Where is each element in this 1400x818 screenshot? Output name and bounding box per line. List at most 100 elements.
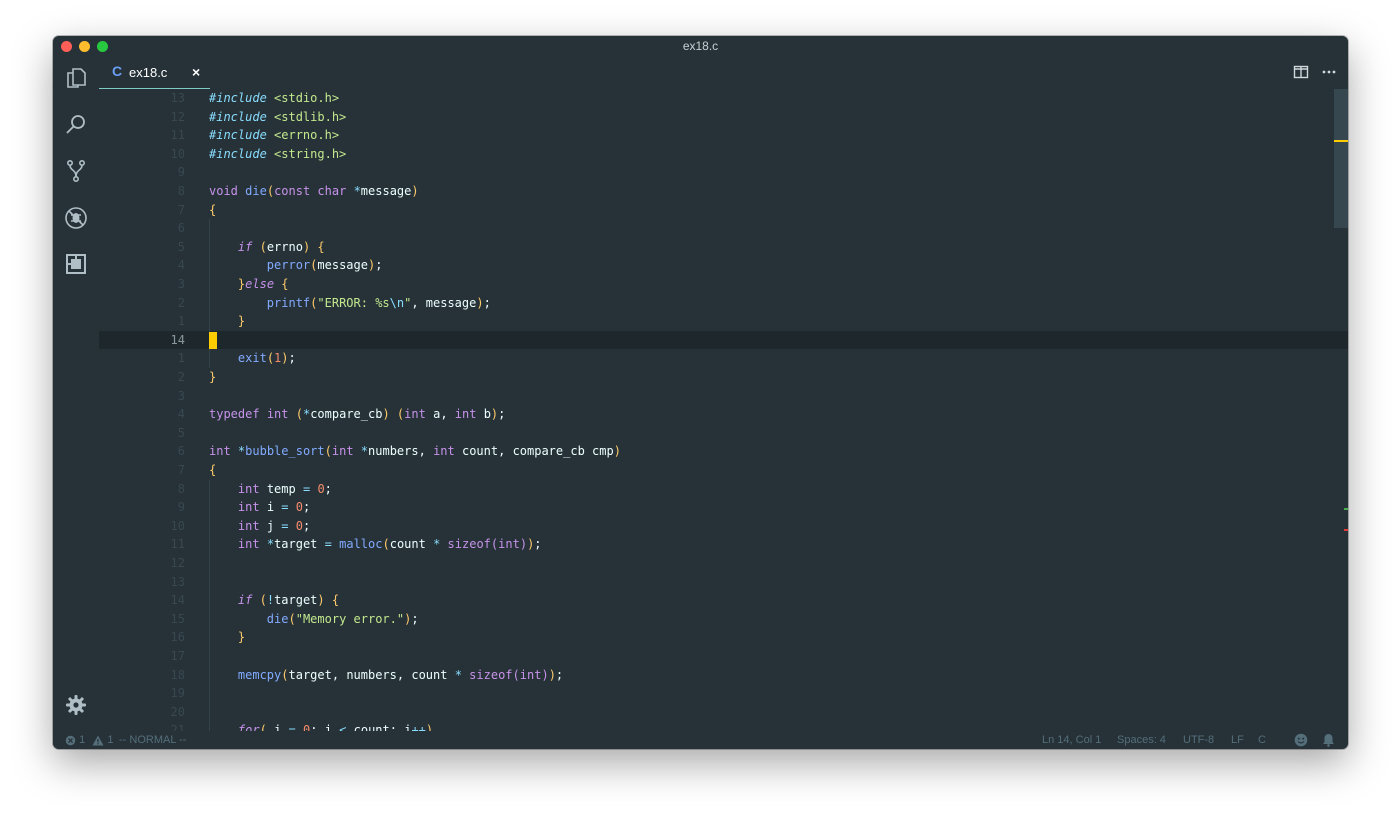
minimize-window-button[interactable]	[79, 41, 90, 52]
code-line[interactable]: 19	[99, 684, 1348, 703]
line-number[interactable]: 5	[99, 238, 185, 257]
line-number[interactable]: 16	[99, 628, 185, 647]
debug-icon[interactable]	[64, 206, 88, 230]
line-number[interactable]: 12	[99, 108, 185, 127]
code-editor[interactable]: 21 for( i = 0; i < count; i++) 20 19 18 mem…	[99, 89, 1348, 731]
line-number[interactable]: 5	[99, 424, 185, 443]
code-line[interactable]: 4 perror(message);	[99, 256, 1348, 275]
code-line[interactable]: 5	[99, 424, 1348, 443]
code-line[interactable]: 4 typedef int (*compare_cb) (int a, int b…	[99, 405, 1348, 424]
encoding[interactable]: UTF-8	[1183, 731, 1214, 749]
problems-indicator[interactable]: 1 1	[65, 731, 113, 749]
tab-close-icon[interactable]: ×	[192, 64, 200, 80]
code-line[interactable]: 6	[99, 219, 1348, 238]
line-number[interactable]: 4	[99, 405, 185, 424]
code-line[interactable]: 15 die("Memory error.");	[99, 609, 1348, 629]
line-number[interactable]: 14	[99, 331, 185, 350]
line-number[interactable]: 3	[99, 275, 185, 294]
line-number[interactable]: 3	[99, 387, 185, 406]
code-line[interactable]: 7{	[99, 461, 1348, 480]
line-number[interactable]: 15	[99, 610, 185, 629]
code-line[interactable]: 8 int temp = 0;	[99, 479, 1348, 499]
line-number[interactable]: 13	[99, 89, 185, 108]
code-line[interactable]: 13 #include <stdio.h>	[99, 89, 1348, 108]
code-line[interactable]: 21 for( i = 0; i < count; i++)	[99, 721, 1348, 731]
line-number[interactable]: 4	[99, 256, 185, 275]
line-number[interactable]: 20	[99, 703, 185, 722]
line-number[interactable]: 2	[99, 368, 185, 387]
line-number[interactable]: 21	[99, 721, 185, 731]
code-text: int *target = malloc(count * sizeof(int)…	[237, 537, 542, 552]
code-line[interactable]: 18 memcpy(target, numbers, count * sizeo…	[99, 665, 1348, 685]
line-number[interactable]: 11	[99, 535, 185, 554]
code-line[interactable]: 5 if (errno) {	[99, 237, 1348, 257]
code-line[interactable]: 9 int i = 0;	[99, 498, 1348, 517]
code-line[interactable]: 1 }	[99, 312, 1348, 331]
code-text: int *bubble_sort(int *numbers, int count…	[209, 444, 621, 459]
code-text: memcpy(target, numbers, count * sizeof(i…	[237, 667, 564, 682]
line-number[interactable]: 8	[99, 182, 185, 201]
line-number[interactable]: 10	[99, 145, 185, 164]
maximize-window-button[interactable]	[97, 41, 108, 52]
line-number[interactable]: 1	[99, 349, 185, 368]
code-line[interactable]: 11 #include <errno.h>	[99, 126, 1348, 145]
code-line[interactable]: 9	[99, 163, 1348, 182]
line-number[interactable]: 9	[99, 498, 185, 517]
line-number[interactable]: 8	[99, 480, 185, 499]
code-line[interactable]: 17	[99, 647, 1348, 666]
line-ending[interactable]: LF	[1231, 731, 1244, 749]
code-line[interactable]: 16 }	[99, 628, 1348, 647]
code-line[interactable]: 3 }else {	[99, 275, 1348, 294]
code-line[interactable]: 3	[99, 387, 1348, 406]
source-control-icon[interactable]	[64, 159, 88, 183]
line-number[interactable]: 10	[99, 517, 185, 536]
code-line[interactable]: 13	[99, 572, 1348, 592]
scrollbar-thumb[interactable]	[1334, 89, 1348, 228]
files-icon[interactable]	[64, 66, 88, 90]
gear-icon[interactable]	[64, 693, 88, 717]
current-code-line[interactable]: 14	[99, 330, 1348, 350]
line-number[interactable]: 7	[99, 201, 185, 220]
notifications-bell-icon[interactable]	[1322, 733, 1335, 749]
code-line[interactable]: 10 #include <string.h>	[99, 145, 1348, 164]
code-text: }else {	[237, 277, 289, 291]
line-number[interactable]: 2	[99, 294, 185, 313]
tab-ex18-c[interactable]: C ex18.c ×	[99, 56, 210, 89]
language-mode[interactable]: C	[1258, 731, 1266, 749]
code-line[interactable]: 2}	[99, 368, 1348, 387]
split-editor-icon[interactable]	[1293, 64, 1309, 80]
feedback-smiley-icon[interactable]	[1294, 733, 1308, 749]
line-number[interactable]: 14	[99, 591, 185, 610]
extensions-icon[interactable]	[64, 252, 88, 276]
search-icon[interactable]	[64, 113, 88, 137]
close-window-button[interactable]	[61, 41, 72, 52]
code-line[interactable]: 1 exit(1);	[99, 349, 1348, 368]
indent-guide	[209, 572, 210, 592]
indentation[interactable]: Spaces: 4	[1117, 731, 1166, 749]
line-number[interactable]: 13	[99, 573, 185, 592]
code-line[interactable]: 12 #include <stdlib.h>	[99, 108, 1348, 127]
line-number[interactable]: 12	[99, 554, 185, 573]
code-line[interactable]: 11 int *target = malloc(count * sizeof(i…	[99, 535, 1348, 554]
line-number[interactable]: 18	[99, 666, 185, 685]
vertical-scrollbar[interactable]	[1334, 89, 1348, 731]
line-number[interactable]: 7	[99, 461, 185, 480]
code-line[interactable]: 2 printf("ERROR: %s\n", message);	[99, 293, 1348, 313]
code-line[interactable]: 10 int j = 0;	[99, 516, 1348, 536]
line-number[interactable]: 17	[99, 647, 185, 666]
code-line[interactable]: 14 if (!target) {	[99, 591, 1348, 610]
line-number[interactable]: 11	[99, 126, 185, 145]
line-number[interactable]: 6	[99, 442, 185, 461]
code-line[interactable]: 6 int *bubble_sort(int *numbers, int coun…	[99, 442, 1348, 461]
code-line[interactable]: 8 void die(const char *message)	[99, 182, 1348, 201]
indent-guide	[209, 554, 210, 573]
more-actions-icon[interactable]	[1321, 64, 1337, 80]
line-number[interactable]: 9	[99, 163, 185, 182]
code-line[interactable]: 12	[99, 554, 1348, 573]
code-line[interactable]: 20	[99, 702, 1348, 722]
line-number[interactable]: 6	[99, 219, 185, 238]
line-number[interactable]: 19	[99, 684, 185, 703]
cursor-position[interactable]: Ln 14, Col 1	[1042, 731, 1101, 749]
line-number[interactable]: 1	[99, 312, 185, 331]
code-line[interactable]: 7{	[99, 201, 1348, 220]
